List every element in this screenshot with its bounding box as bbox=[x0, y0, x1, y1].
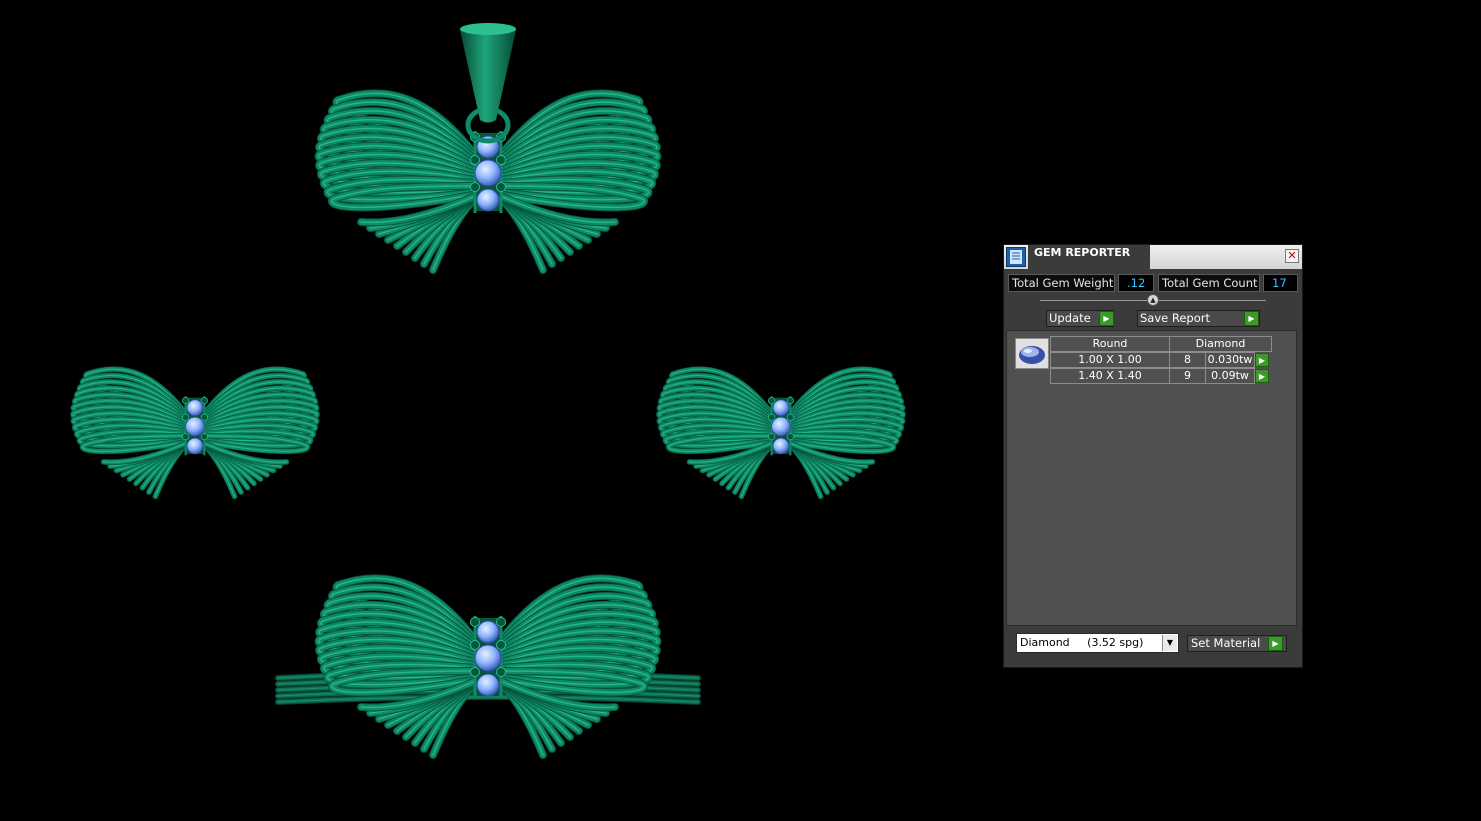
set-material-go-icon[interactable]: ▶ bbox=[1268, 636, 1283, 651]
gem-reporter-panel: GEM REPORTER ✕ Total Gem Weight .12 Tota… bbox=[1003, 244, 1303, 668]
set-material-button-label: Set Material bbox=[1191, 636, 1261, 650]
chevron-down-icon[interactable]: ▼ bbox=[1162, 635, 1177, 651]
panel-title-tab: GEM REPORTER bbox=[1028, 245, 1150, 269]
butterfly-ring-model[interactable] bbox=[275, 574, 701, 759]
slider-knob-icon[interactable]: ▲ bbox=[1147, 294, 1159, 306]
row-2-go-icon[interactable]: ▶ bbox=[1255, 369, 1269, 383]
row-1-weight: 0.030tw bbox=[1205, 352, 1255, 368]
round-diamond-icon[interactable] bbox=[1015, 338, 1049, 369]
row-2-count: 9 bbox=[1169, 368, 1206, 384]
total-gem-count-label: Total Gem Count bbox=[1158, 274, 1260, 292]
row-1-count: 8 bbox=[1169, 352, 1206, 368]
update-button-label: Update bbox=[1049, 311, 1091, 325]
total-gem-count-value: 17 bbox=[1263, 274, 1298, 292]
row-1-size: 1.00 X 1.00 bbox=[1050, 352, 1170, 368]
gem-list-area: Round Diamond 1.00 X 1.00 8 0.030tw ▶ 1.… bbox=[1006, 330, 1297, 626]
butterfly-earring-left-model[interactable] bbox=[70, 366, 320, 500]
row-2-size: 1.40 X 1.40 bbox=[1050, 368, 1170, 384]
panel-title: GEM REPORTER bbox=[1034, 246, 1131, 259]
row-1-go-icon[interactable]: ▶ bbox=[1255, 353, 1269, 367]
material-select[interactable]: Diamond (3.52 spg) ▼ bbox=[1016, 633, 1179, 653]
panel-titlebar[interactable]: GEM REPORTER ✕ bbox=[1004, 245, 1302, 269]
gem-reporter-app-icon bbox=[1006, 247, 1026, 267]
save-report-button-label: Save Report bbox=[1140, 311, 1211, 325]
save-report-button[interactable]: Save Report bbox=[1137, 310, 1260, 327]
butterfly-earring-right-model[interactable] bbox=[656, 366, 906, 500]
header-material: Diamond bbox=[1169, 336, 1272, 352]
material-select-value: Diamond (3.52 spg) bbox=[1020, 636, 1144, 649]
save-report-go-icon[interactable]: ▶ bbox=[1244, 311, 1259, 326]
butterfly-pendant-model[interactable] bbox=[314, 23, 662, 274]
total-gem-weight-label: Total Gem Weight bbox=[1008, 274, 1115, 292]
close-icon[interactable]: ✕ bbox=[1285, 249, 1299, 263]
row-2-weight: 0.09tw bbox=[1205, 368, 1255, 384]
header-shape: Round bbox=[1050, 336, 1170, 352]
total-gem-weight-value: .12 bbox=[1118, 274, 1154, 292]
update-go-icon[interactable]: ▶ bbox=[1099, 311, 1114, 326]
